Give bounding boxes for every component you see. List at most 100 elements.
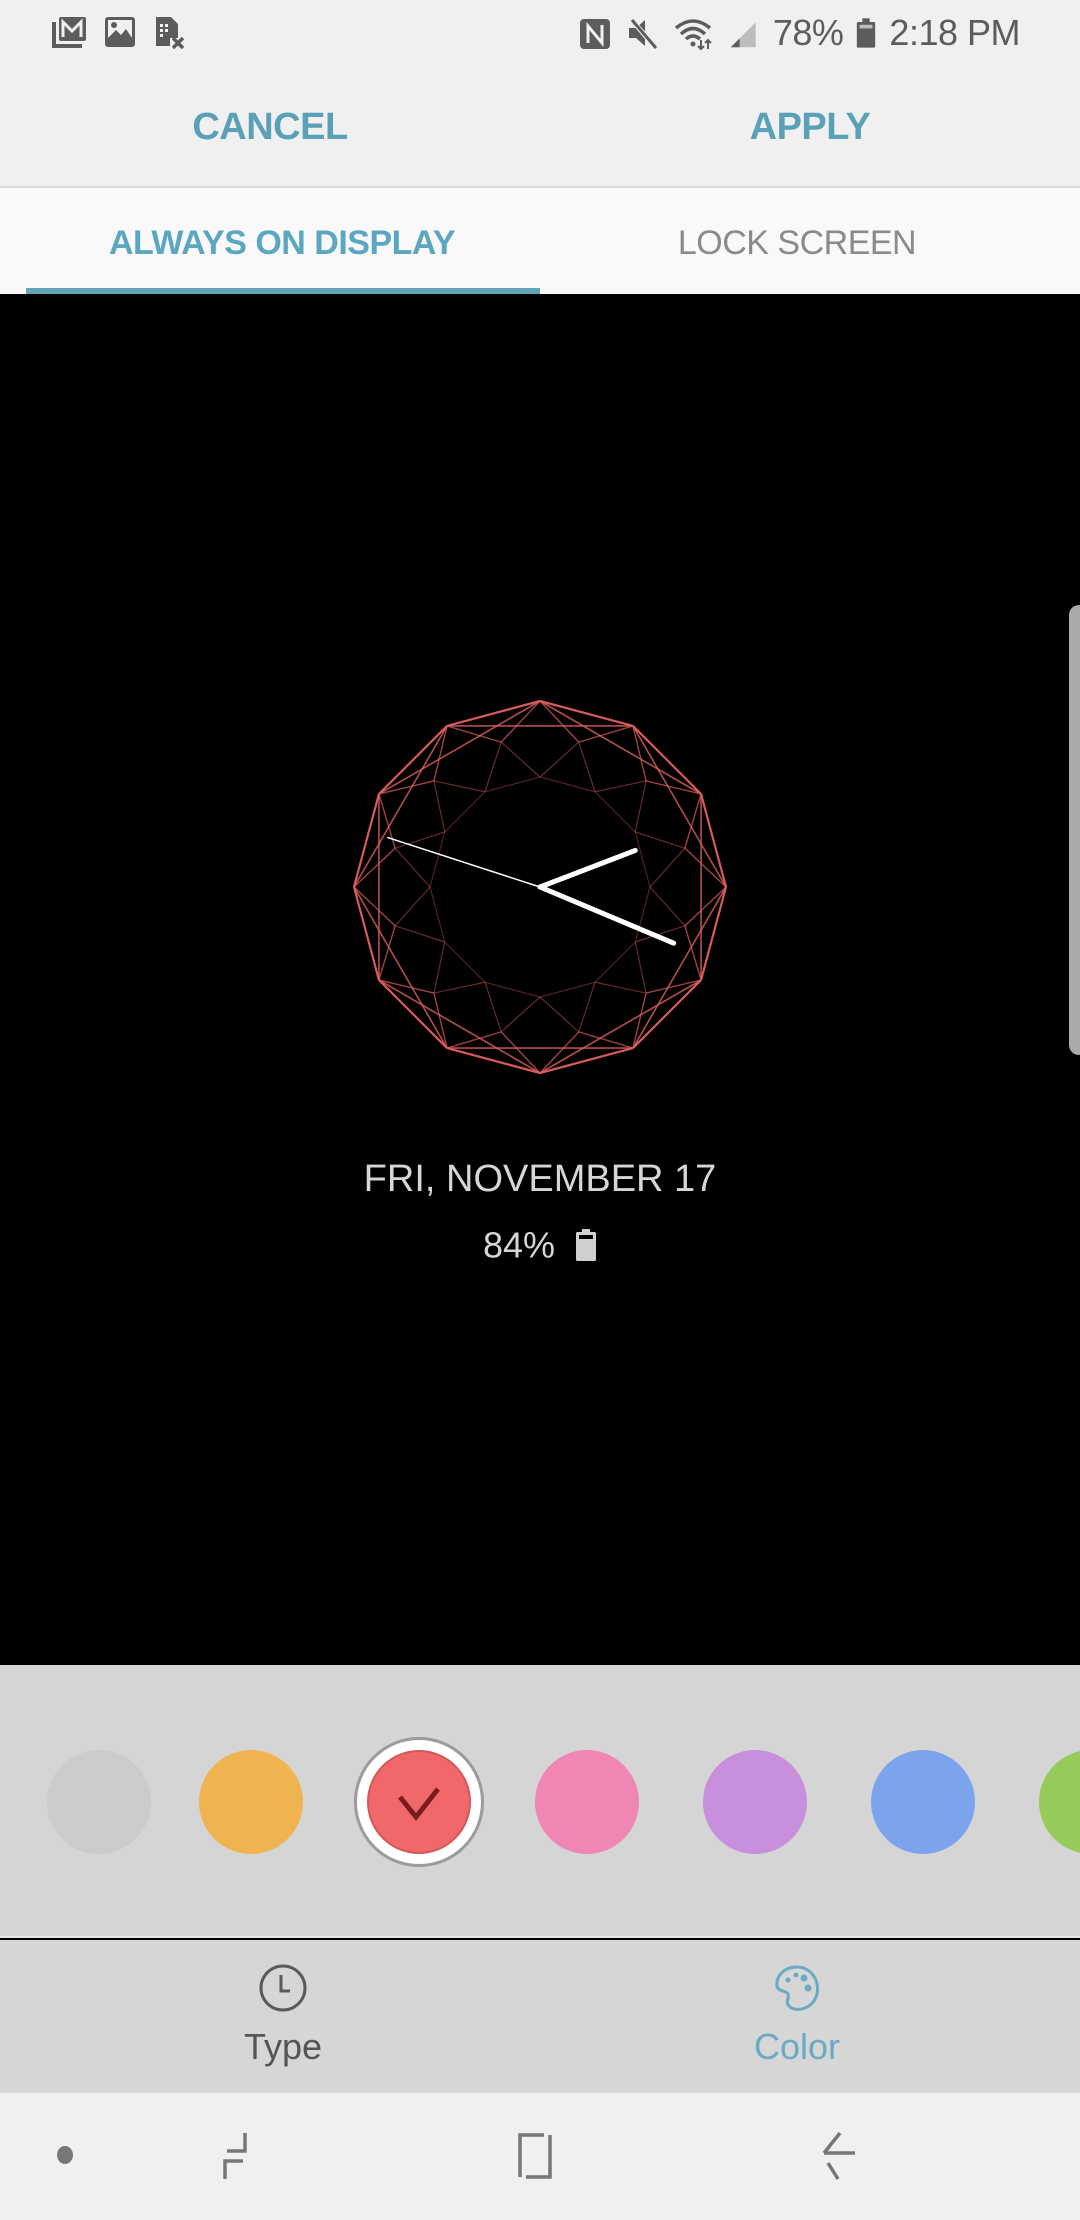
clock-facet-line: [539, 981, 596, 998]
clock-facet-line: [594, 981, 647, 994]
battery-icon: [857, 18, 876, 48]
color-swatch-pink[interactable]: [535, 1750, 639, 1854]
battery-percent: 78%: [772, 12, 844, 53]
clock-facet-line: [539, 996, 580, 1033]
clock-facet-line: [645, 780, 702, 795]
clock-facet-line: [394, 925, 445, 943]
clock-facet-line: [378, 700, 541, 795]
home-icon: [518, 2133, 552, 2179]
gallery-icon: [105, 17, 135, 47]
action-bar: CANCEL APPLY: [0, 66, 1080, 188]
tab-type[interactable]: Type: [133, 1940, 433, 2093]
clock-facet-line: [378, 780, 435, 795]
clock-facet-line: [429, 831, 446, 888]
minute-hand: [537, 884, 677, 946]
clock-facet-line: [444, 791, 486, 833]
clock-facet-line: [433, 941, 446, 994]
clock-facet-line: [594, 780, 647, 793]
preview-date: FRI, NOVEMBER 17: [363, 1158, 717, 1200]
clock-facet-line: [539, 699, 634, 727]
clock-facet-line: [594, 791, 636, 833]
clock-facet-line: [484, 776, 541, 793]
check-icon: [398, 1787, 440, 1822]
apply-button[interactable]: APPLY: [660, 66, 960, 188]
tab-type-label: Type: [243, 2026, 323, 2067]
color-picker: [0, 1665, 1080, 1938]
tab-lock-screen[interactable]: LOCK SCREEN: [527, 188, 1067, 294]
gmail-icon: [52, 17, 86, 48]
clock-facet-line: [578, 982, 596, 1033]
back-button[interactable]: [780, 2093, 890, 2220]
clock-icon: [259, 1964, 307, 2012]
preview-battery-percent: 84%: [482, 1224, 556, 1266]
hour-hand: [537, 847, 638, 890]
tab-color-label: Color: [753, 2026, 841, 2067]
clock-facet-line: [632, 992, 647, 1049]
swatch-list: [0, 1665, 1080, 1936]
dot-indicator: [40, 2093, 90, 2220]
clock-face: [352, 699, 728, 1075]
aod-preview: FRI, NOVEMBER 17 84%: [0, 294, 1080, 1665]
clock-facet-line: [632, 725, 727, 888]
color-swatch-purple[interactable]: [703, 1750, 807, 1854]
clock-facet-line: [378, 979, 541, 1074]
second-hand: [387, 836, 541, 888]
color-swatch-gray[interactable]: [47, 1750, 151, 1854]
clock-facet-line: [700, 886, 728, 981]
cancel-button[interactable]: CANCEL: [120, 66, 420, 188]
clock-facet-line: [378, 979, 435, 994]
clock-facet-line: [578, 741, 596, 792]
color-swatch-red[interactable]: [354, 1737, 484, 1867]
clock-facet-line: [433, 780, 446, 833]
back-icon: [822, 2131, 855, 2180]
clock-facet-line: [700, 793, 728, 888]
recents-icon: [223, 2133, 247, 2179]
clock-facet-line: [433, 981, 486, 994]
color-swatch-orange[interactable]: [199, 1750, 303, 1854]
clock-facet-line: [433, 725, 448, 782]
clock-facet-line: [484, 741, 502, 792]
clock-facet-line: [594, 941, 636, 983]
palette-icon: [775, 1965, 819, 2011]
clock-facet-line: [394, 886, 431, 927]
home-button[interactable]: [480, 2093, 590, 2220]
navigation-bar: [0, 2093, 1080, 2220]
color-swatch-blue[interactable]: [871, 1750, 975, 1854]
clock-facet-line: [394, 847, 431, 888]
clock-facet-line: [353, 725, 448, 888]
clock-facet-line: [649, 886, 686, 927]
nfc-icon: [579, 19, 610, 49]
clock-facet-line: [634, 780, 647, 833]
bottom-tab-bar: Type Color: [0, 1940, 1080, 2093]
tab-always-on-display[interactable]: ALWAYS ON DISPLAY: [12, 188, 552, 294]
notification-icons: [52, 14, 188, 50]
clock-facet-line: [353, 886, 448, 1049]
color-swatch-green[interactable]: [1039, 1750, 1080, 1854]
clock-facet-line: [446, 1047, 541, 1075]
no-sim-icon: [156, 17, 185, 50]
clock-facet-line: [539, 1047, 634, 1075]
mute-icon: [628, 17, 657, 49]
clock-facet-line: [444, 941, 486, 983]
clock-facet-line: [539, 700, 702, 795]
clock-facet-line: [634, 831, 651, 888]
clock-time: 2:18 PM: [889, 12, 1020, 53]
edge-panel-handle[interactable]: [1069, 605, 1080, 1055]
clock-facet-line: [632, 725, 647, 782]
clock-facet-line: [394, 831, 445, 849]
tab-color[interactable]: Color: [647, 1940, 947, 2093]
clock-facet-line: [352, 793, 380, 888]
system-status: 78% 2:18 PM: [577, 12, 1020, 54]
signal-icon: [730, 22, 756, 48]
clock-facet-line: [484, 982, 502, 1033]
clock-facet-line: [433, 992, 448, 1049]
clock-facet-line: [645, 979, 702, 994]
clock-facet-line: [632, 886, 727, 1049]
wifi-icon: [674, 19, 712, 51]
clock-facet-line: [539, 741, 580, 778]
tab-bar: ALWAYS ON DISPLAY LOCK SCREEN: [0, 188, 1080, 294]
clock-facet-line: [352, 886, 380, 981]
battery-icon: [576, 1229, 597, 1262]
recents-button[interactable]: [180, 2093, 290, 2220]
clock-facet-line: [484, 981, 541, 998]
